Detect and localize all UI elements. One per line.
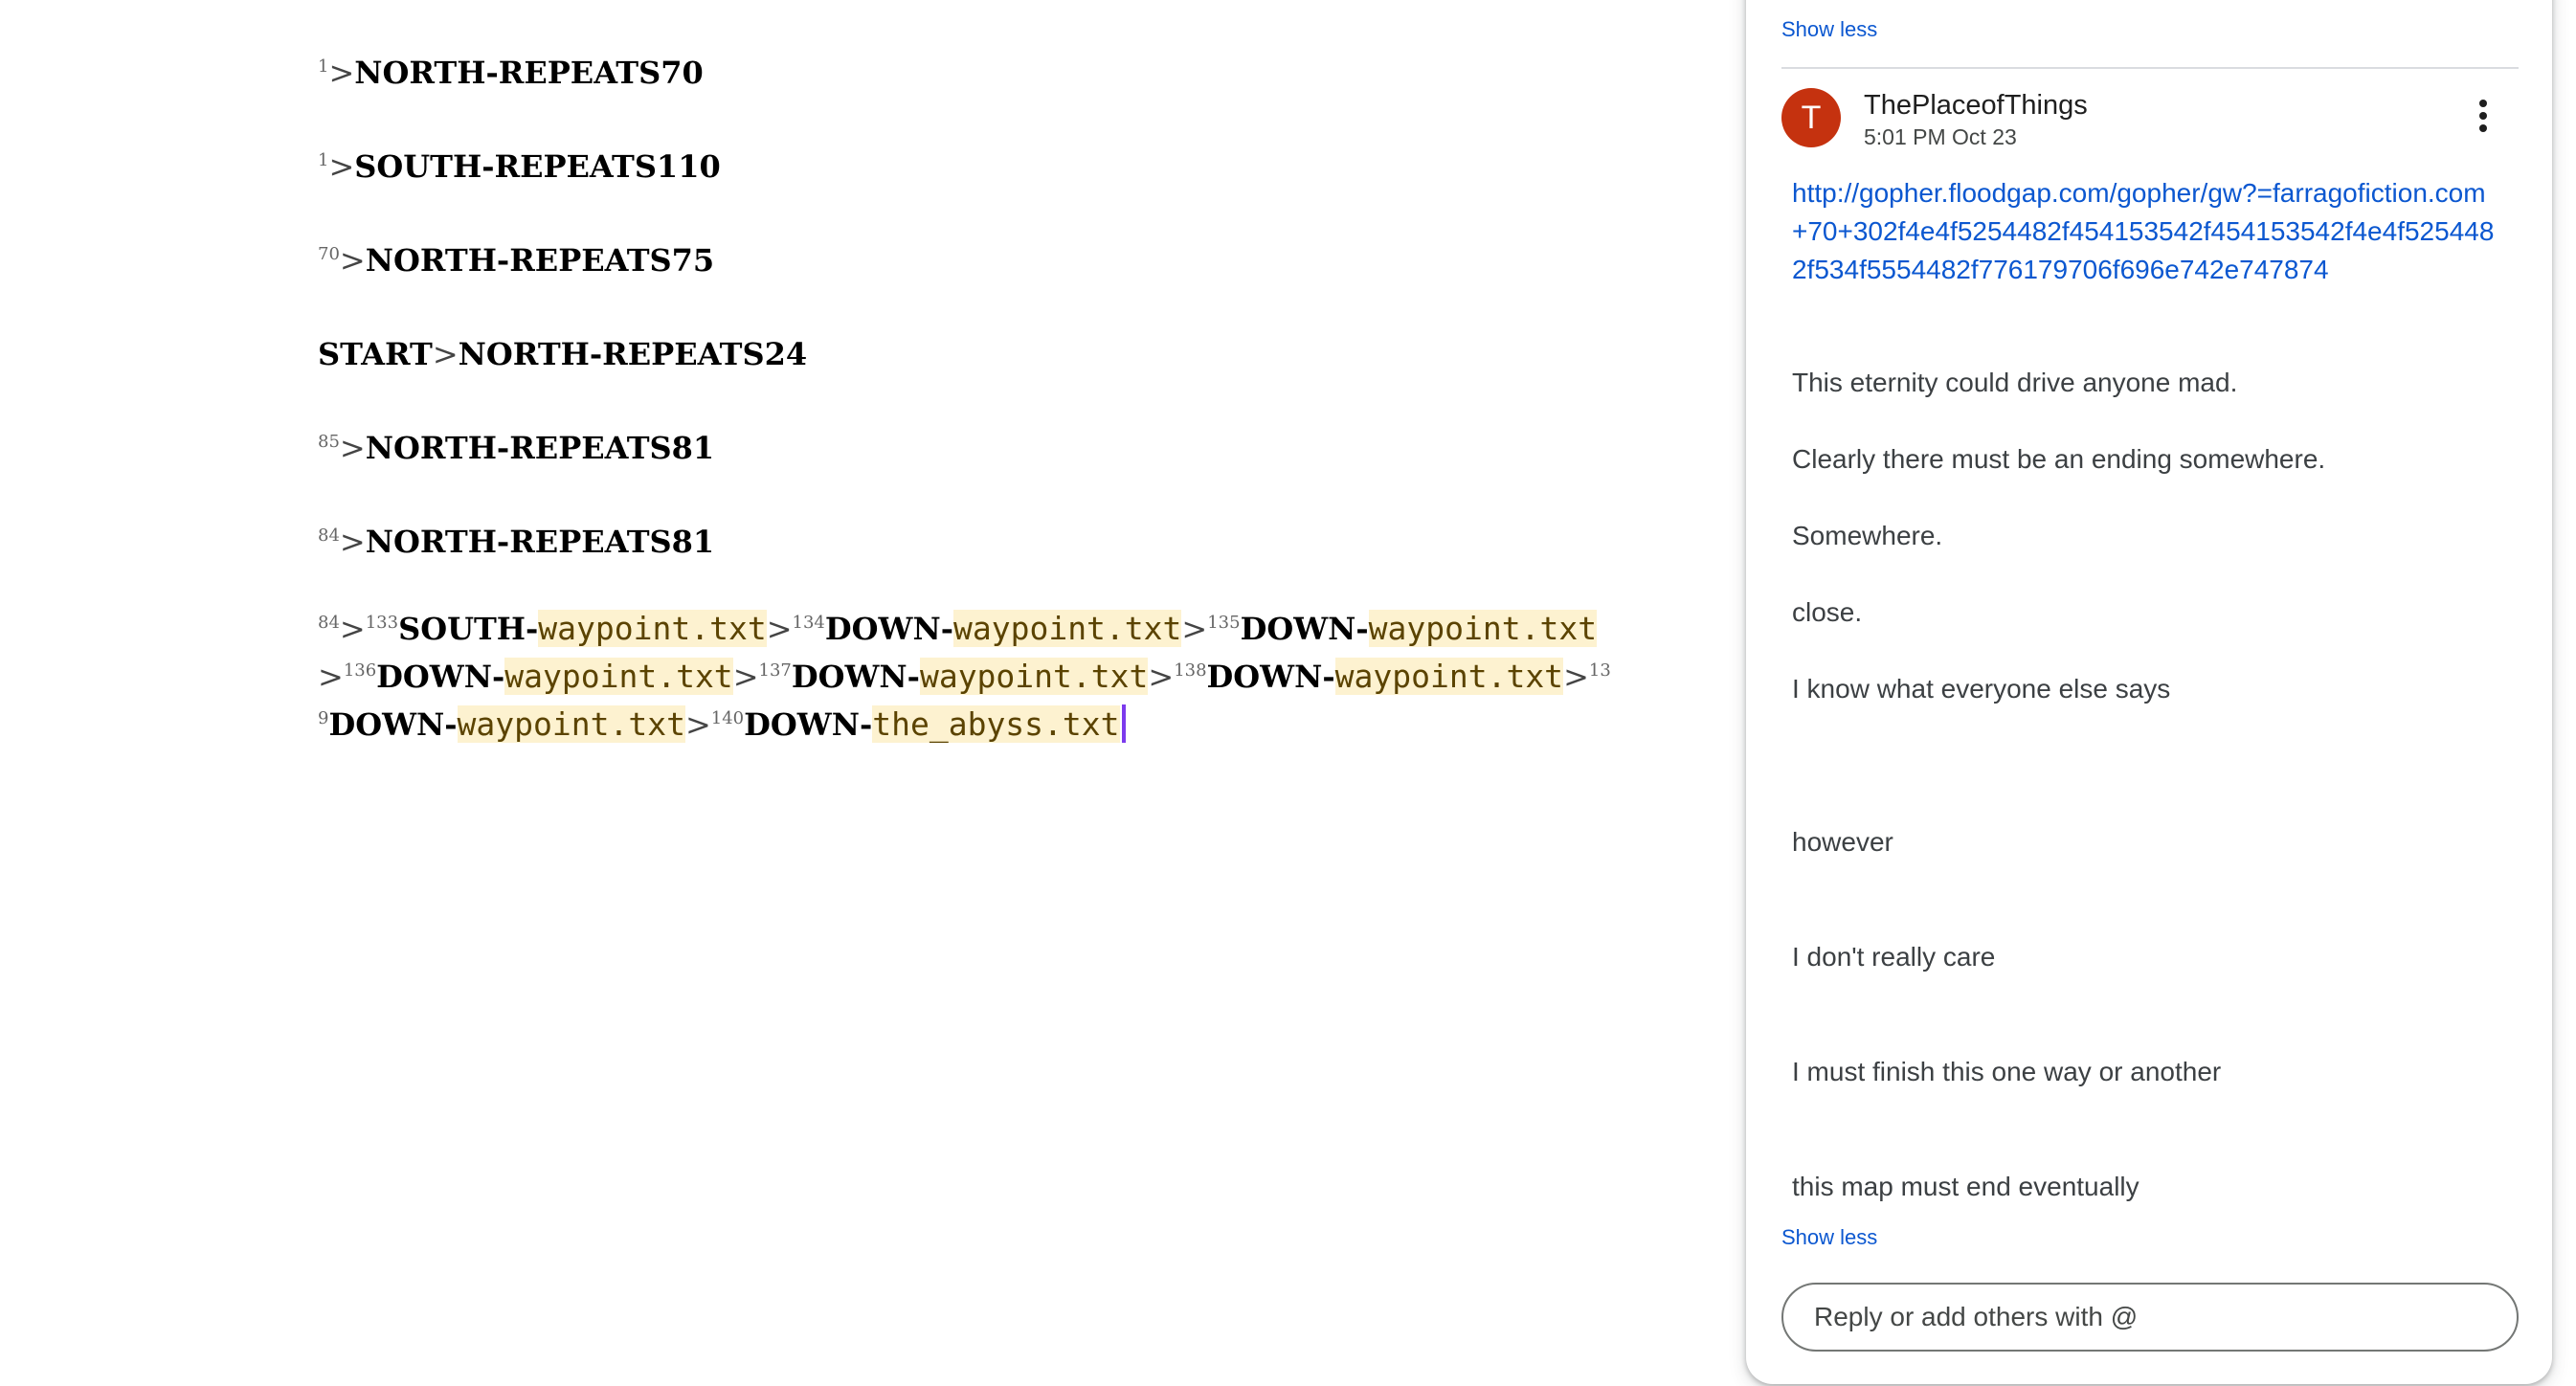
comment-divider <box>1781 67 2519 69</box>
arrow-text: > <box>328 55 355 91</box>
file-link[interactable]: waypoint.txt <box>1368 610 1598 647</box>
doc-line[interactable]: 70>NORTH-REPEATS75 <box>318 237 1677 283</box>
waypoint-row: 9DOWN-waypoint.txt>140DOWN-the_abyss.txt <box>318 701 1658 749</box>
direction-text: DOWN- <box>824 611 953 647</box>
footnote-marker: 84 <box>318 613 340 633</box>
file-link[interactable]: waypoint.txt <box>952 610 1182 647</box>
line-text: SOUTH-REPEATS110 <box>354 148 721 185</box>
arrow-text: > <box>318 659 344 695</box>
file-link[interactable]: waypoint.txt <box>538 610 767 647</box>
arrow-text: > <box>339 242 366 279</box>
doc-line[interactable]: 84>NORTH-REPEATS81 <box>318 519 1677 565</box>
line-text: NORTH-REPEATS24 <box>458 336 808 372</box>
document-canvas[interactable]: 1>NORTH-REPEATS70 1>SOUTH-REPEATS110 70>… <box>0 0 1742 1386</box>
footnote-marker: 138 <box>1174 660 1207 681</box>
arrow-text: > <box>328 148 355 185</box>
arrow-text: > <box>766 611 793 647</box>
line-text: NORTH-REPEATS70 <box>354 55 704 91</box>
footnote-marker: 9 <box>318 708 329 728</box>
arrow-text: > <box>339 430 366 466</box>
footnote-marker: 135 <box>1207 613 1241 633</box>
arrow-text: > <box>1181 611 1208 647</box>
direction-text: DOWN- <box>328 706 458 743</box>
comment-link[interactable]: http://gopher.floodgap.com/gopher/gw?=fa… <box>1792 174 2500 289</box>
doc-line[interactable]: 85>NORTH-REPEATS81 <box>318 425 1677 471</box>
more-options-icon[interactable] <box>2464 96 2502 144</box>
direction-text: DOWN- <box>1206 659 1335 695</box>
doc-line[interactable]: START>NORTH-REPEATS24 <box>318 331 1677 377</box>
waypoint-row: 84>133SOUTH-waypoint.txt>134DOWN-waypoin… <box>318 605 1658 653</box>
comment-author: ThePlaceofThings <box>1864 90 2088 121</box>
arrow-text: > <box>339 611 366 647</box>
footnote-marker: 70 <box>318 244 340 264</box>
doc-line[interactable]: 1>NORTH-REPEATS70 <box>318 50 1677 96</box>
reply-input[interactable] <box>1781 1283 2519 1352</box>
line-prefix: START <box>318 336 433 372</box>
footnote-marker: 1 <box>318 150 329 170</box>
avatar[interactable]: T <box>1781 88 1841 147</box>
show-less-link[interactable]: Show less <box>1781 17 1877 42</box>
footnote-marker: 134 <box>792 613 825 633</box>
file-link[interactable]: waypoint.txt <box>919 658 1149 695</box>
comment-paragraph: Clearly there must be an ending somewher… <box>1792 444 2326 474</box>
file-link[interactable]: waypoint.txt <box>457 705 685 743</box>
footnote-marker: 137 <box>758 660 792 681</box>
line-text: NORTH-REPEATS81 <box>365 524 715 560</box>
file-link[interactable]: waypoint.txt <box>504 658 733 695</box>
comment-paragraph: close. <box>1792 597 1863 627</box>
comment-panel[interactable]: Show less T ThePlaceofThings 5:01 PM Oct… <box>1746 0 2552 1384</box>
doc-line[interactable]: 1>SOUTH-REPEATS110 <box>318 144 1677 190</box>
comment-paragraph: I must finish this one way or another <box>1792 1057 2222 1086</box>
footnote-marker: 13 <box>1588 660 1611 681</box>
footnote-marker: 140 <box>710 708 745 728</box>
comment-paragraph: Somewhere. <box>1792 521 1943 550</box>
comment-paragraph: This eternity could drive anyone mad. <box>1792 368 2238 397</box>
footnote-marker: 133 <box>365 613 399 633</box>
comment-paragraph: I don't really care <box>1792 942 1996 972</box>
footnote-marker: 84 <box>318 525 340 546</box>
file-link[interactable]: waypoint.txt <box>1334 658 1564 695</box>
direction-text: DOWN- <box>744 706 873 743</box>
waypoint-row: >136DOWN-waypoint.txt>137DOWN-waypoint.t… <box>318 653 1658 701</box>
show-less-link[interactable]: Show less <box>1781 1225 1877 1250</box>
line-text: NORTH-REPEATS81 <box>365 430 715 466</box>
direction-text: SOUTH- <box>398 611 539 647</box>
arrow-text: > <box>1563 659 1589 695</box>
waypoint-paragraph[interactable]: 84>133SOUTH-waypoint.txt>134DOWN-waypoin… <box>318 605 1658 749</box>
comment-paragraph: however <box>1792 827 1893 857</box>
arrow-text: > <box>732 659 759 695</box>
arrow-text: > <box>684 706 711 743</box>
direction-text: DOWN- <box>791 659 920 695</box>
comment-timestamp: 5:01 PM Oct 23 <box>1864 124 2017 149</box>
line-text: NORTH-REPEATS75 <box>365 242 715 279</box>
direction-text: DOWN- <box>376 659 505 695</box>
comment-paragraph: I know what everyone else says <box>1792 674 2171 704</box>
file-link[interactable]: the_abyss.txt <box>872 705 1120 743</box>
arrow-text: > <box>339 524 366 560</box>
footnote-marker: 1 <box>318 56 329 77</box>
arrow-text: > <box>432 336 459 372</box>
text-cursor <box>1121 704 1126 743</box>
direction-text: DOWN- <box>1240 611 1369 647</box>
arrow-text: > <box>1148 659 1175 695</box>
comment-paragraph: this map must end eventually <box>1792 1172 2139 1201</box>
footnote-marker: 85 <box>318 432 340 452</box>
footnote-marker: 136 <box>343 660 377 681</box>
